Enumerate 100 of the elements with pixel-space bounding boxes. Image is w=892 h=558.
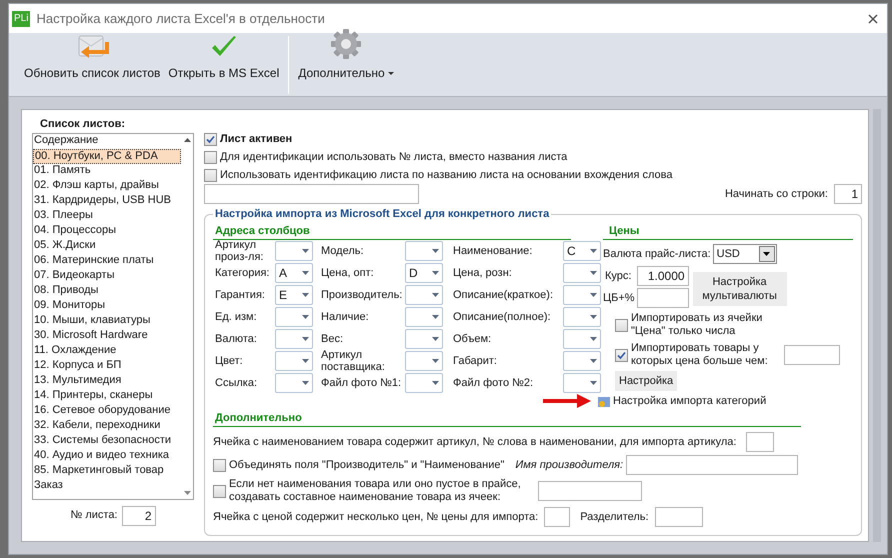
- column-label: Ссылка:: [215, 377, 258, 389]
- section-title: Цены: [603, 222, 853, 240]
- input-field[interactable]: 1: [834, 184, 862, 204]
- column-dropdown[interactable]: C: [563, 241, 601, 261]
- caret-icon: [432, 271, 439, 275]
- sheet-list-item[interactable]: Заказ: [33, 478, 181, 494]
- input-field[interactable]: [544, 507, 570, 527]
- column-label: Описание(краткое):: [453, 289, 554, 301]
- column-dropdown[interactable]: D: [405, 263, 443, 283]
- toolbar-button[interactable]: Обновить список листов: [21, 30, 164, 96]
- checkbox[interactable]: [213, 484, 226, 498]
- sheet-list-item[interactable]: 04. Процессоры: [33, 224, 181, 238]
- sheet-list-item[interactable]: 11. Охлаждение: [33, 344, 181, 358]
- caret-icon: [432, 359, 439, 363]
- caret-icon: [432, 381, 439, 385]
- sheet-list-item[interactable]: 16. Сетевое оборудование: [33, 404, 181, 418]
- sheet-list-item[interactable]: 33. Системы безопасности: [33, 434, 181, 448]
- input-field[interactable]: [746, 432, 774, 452]
- column-dropdown[interactable]: [275, 307, 313, 327]
- toolbar-button[interactable]: Дополнительно: [295, 28, 397, 96]
- compose-label: Если нет наименования товара или оно пустое в прайсе, создавать составное наименование товара из ячеек:: [229, 478, 522, 504]
- sheet-list-item[interactable]: 13. Мультимедия: [33, 374, 181, 388]
- checkbox[interactable]: [204, 132, 217, 146]
- manufacturer-name-label: Имя производителя:: [515, 458, 624, 473]
- checkbox[interactable]: [213, 458, 226, 472]
- scroll-up-icon[interactable]: [184, 138, 190, 142]
- caret-icon: [302, 293, 309, 297]
- sheet-list-item[interactable]: 30. Microsoft Hardware: [33, 328, 181, 344]
- caret-icon: [590, 249, 597, 253]
- sheet-list-item[interactable]: 12. Корпуса и БП: [33, 358, 181, 374]
- toolbar-button[interactable]: Открыть в MS Excel: [165, 34, 282, 96]
- close-icon[interactable]: [868, 14, 878, 24]
- scroll-down-icon[interactable]: [184, 490, 190, 494]
- caret-icon: [302, 359, 309, 363]
- price-option-label: Импортировать товары у которых цена больше чем:: [631, 342, 769, 368]
- column-label: Цена, опт:: [321, 267, 375, 279]
- sheet-list-item[interactable]: Содержание: [33, 134, 181, 148]
- sheet-list-item[interactable]: 05. Ж.Диски: [33, 238, 181, 254]
- sheet-list-item[interactable]: 10. Мыши, клавиатуры: [33, 314, 181, 328]
- sheet-list-item[interactable]: 01. Память: [33, 164, 181, 178]
- sheet-list-item[interactable]: 06. Материнские платы: [33, 254, 181, 268]
- column-dropdown[interactable]: [275, 373, 313, 393]
- sheet-list-item[interactable]: 32. Кабели, переходники: [33, 418, 181, 434]
- column-dropdown[interactable]: [275, 351, 313, 371]
- sheet-list-item[interactable]: 14. Принтеры, сканеры: [33, 388, 181, 404]
- currency-dropdown[interactable]: USD: [712, 244, 777, 264]
- column-dropdown[interactable]: [563, 373, 601, 393]
- input-field[interactable]: [538, 481, 642, 501]
- multicurrency-button[interactable]: Настройка мультивалюты: [692, 272, 787, 306]
- input-field[interactable]: [784, 345, 840, 365]
- input-field[interactable]: [654, 507, 703, 527]
- column-dropdown[interactable]: [405, 241, 443, 261]
- caret-icon: [590, 315, 597, 319]
- column-dropdown[interactable]: [405, 351, 443, 371]
- column-dropdown[interactable]: [563, 307, 601, 327]
- column-dropdown[interactable]: E: [275, 285, 313, 305]
- column-dropdown[interactable]: A: [275, 263, 313, 283]
- window-title: Настройка каждого листа Excel'я в отдельности: [36, 10, 325, 28]
- input-field[interactable]: 2: [122, 506, 156, 526]
- column-label: Файл фото №2:: [453, 377, 534, 389]
- sheet-list-item[interactable]: 85. Маркетинговый товар: [33, 464, 181, 478]
- sheet-list-item[interactable]: 02. Флэш карты, драйвы: [33, 178, 181, 194]
- sheet-list-title: Список листов:: [40, 117, 126, 132]
- match-word-field[interactable]: [204, 184, 419, 204]
- caret-icon: [302, 381, 309, 385]
- checkbox[interactable]: [615, 348, 628, 362]
- column-label: Артикул произ-ля:: [215, 239, 264, 263]
- sheet-list-item[interactable]: 31. Кардридеры, USB HUB: [33, 194, 181, 208]
- folder-icon: [597, 394, 611, 408]
- checkmark-icon: [617, 350, 626, 360]
- caret-icon: [432, 315, 439, 319]
- start-row-label: Начинать со строки:: [724, 186, 828, 202]
- column-label: Габарит:: [453, 355, 498, 367]
- caret-icon: [302, 271, 309, 275]
- input-field[interactable]: 1.0000: [636, 266, 689, 286]
- sheet-list-item[interactable]: 09. Мониторы: [33, 298, 181, 314]
- checkbox[interactable]: [615, 318, 628, 332]
- checkbox[interactable]: [204, 150, 217, 164]
- settings-button[interactable]: Настройка: [615, 371, 678, 391]
- column-dropdown[interactable]: [563, 329, 601, 349]
- column-dropdown[interactable]: [275, 241, 313, 261]
- column-dropdown[interactable]: [405, 329, 443, 349]
- checkbox[interactable]: [204, 168, 217, 182]
- input-field[interactable]: [626, 455, 798, 475]
- column-dropdown[interactable]: [405, 307, 443, 327]
- rate-label: Курс:: [604, 268, 632, 284]
- sheet-list-item[interactable]: 00. Ноутбуки, PC & PDA: [33, 148, 181, 164]
- column-dropdown[interactable]: [275, 329, 313, 349]
- column-dropdown[interactable]: [563, 351, 601, 371]
- sheet-list-item[interactable]: 40. Аудио и видео техника: [33, 448, 181, 464]
- category-import-link[interactable]: Настройка импорта категорий: [597, 393, 766, 410]
- option-label: Лист активен: [220, 132, 292, 147]
- column-dropdown[interactable]: [405, 373, 443, 393]
- sheet-list-item[interactable]: 03. Плееры: [33, 208, 181, 224]
- input-field[interactable]: [636, 288, 689, 308]
- sheet-list-item[interactable]: 08. Приводы: [33, 284, 181, 298]
- column-dropdown[interactable]: [405, 285, 443, 305]
- column-dropdown[interactable]: [563, 263, 601, 283]
- column-dropdown[interactable]: [563, 285, 601, 305]
- sheet-list-item[interactable]: 07. Видеокарты: [33, 268, 181, 284]
